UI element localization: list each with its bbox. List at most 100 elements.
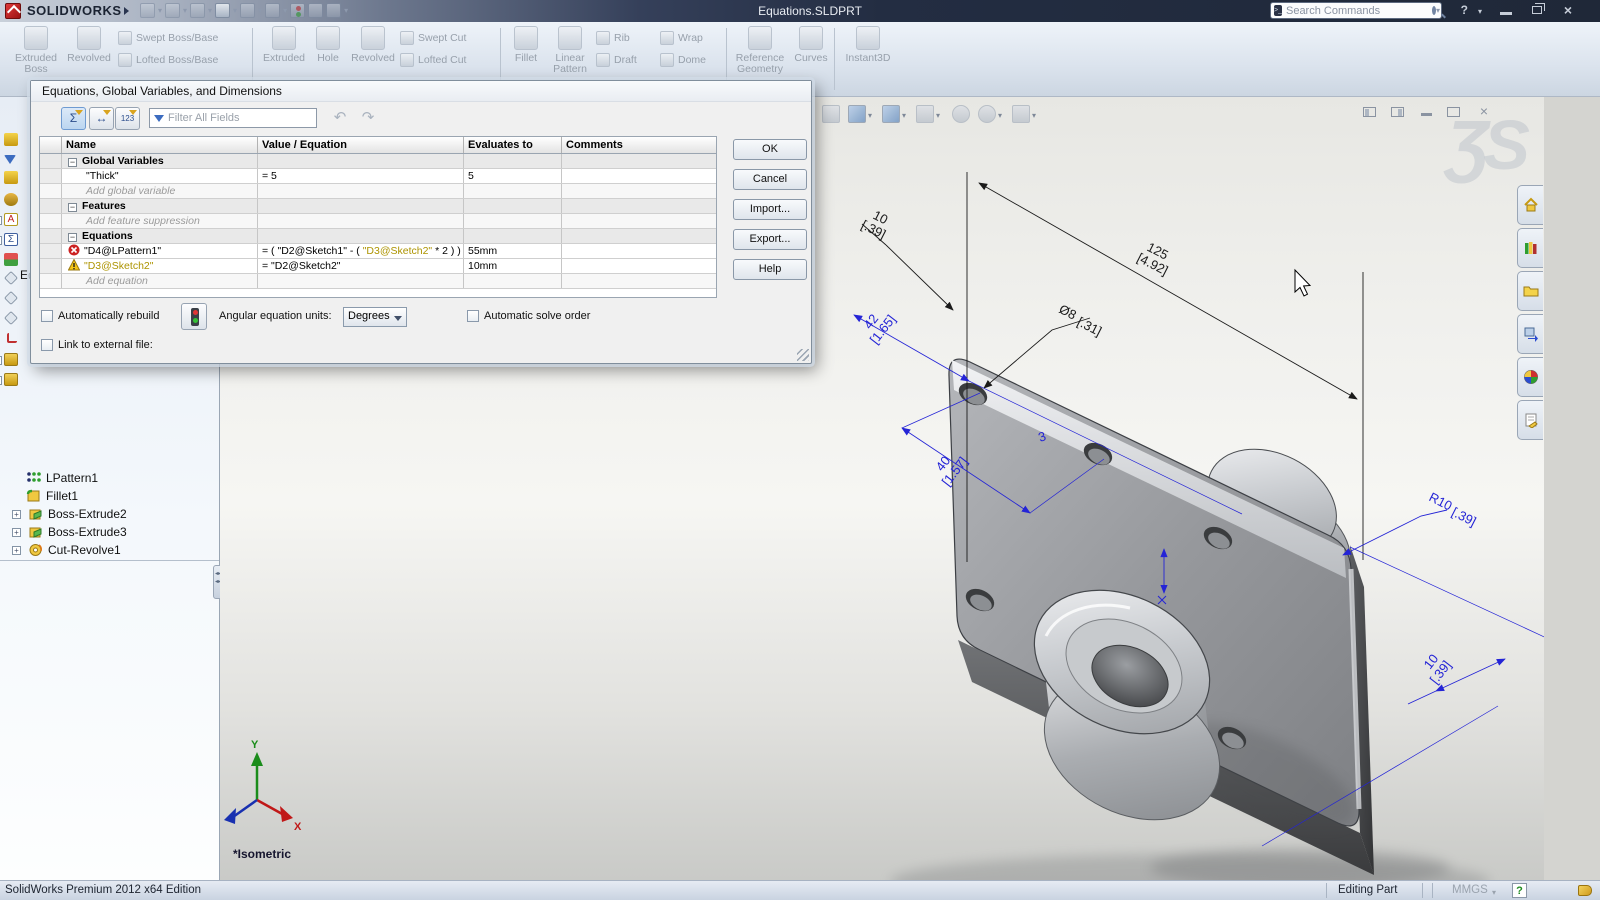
- dialog-resize-grip[interactable]: [797, 349, 809, 361]
- col-name[interactable]: Name: [62, 137, 258, 153]
- new-document-icon[interactable]: [140, 3, 155, 18]
- tree-item-fillet1[interactable]: Fillet1: [0, 487, 220, 505]
- row-add-feature-suppression[interactable]: Add feature suppression: [40, 214, 716, 229]
- hole-wizard-button[interactable]: Hole: [310, 26, 346, 64]
- print-icon[interactable]: [215, 3, 230, 18]
- ordered-view-button[interactable]: 123: [115, 107, 140, 130]
- row-add-global-variable[interactable]: Add global variable: [40, 184, 716, 199]
- annotations-expand-icon[interactable]: +: [0, 216, 2, 225]
- linear-pattern-button[interactable]: LinearPattern: [548, 26, 592, 75]
- tab-custom-properties[interactable]: [1517, 400, 1543, 440]
- dimension-view-button[interactable]: ↔: [89, 107, 114, 130]
- part-tab-icon[interactable]: [4, 133, 18, 146]
- rib-button[interactable]: Rib: [596, 30, 630, 46]
- units-caret-icon[interactable]: ▾: [1492, 888, 1496, 897]
- cut-extrude1-expand-icon[interactable]: +: [0, 376, 2, 385]
- open-caret-icon[interactable]: ▾: [183, 6, 187, 15]
- tree-item-boss-extrude3[interactable]: + Boss-Extrude3: [0, 523, 220, 541]
- dim-125[interactable]: 125 [4.92]: [1135, 237, 1177, 278]
- material-icon[interactable]: [4, 253, 18, 266]
- group-row-equations[interactable]: −Equations: [40, 229, 716, 244]
- help-caret-icon[interactable]: ▾: [1478, 7, 1482, 16]
- col-value[interactable]: Value / Equation: [258, 137, 464, 153]
- equations-expand-icon[interactable]: +: [0, 236, 2, 245]
- filter-funnel-icon[interactable]: [4, 155, 16, 167]
- tree-item-lpattern1[interactable]: LPattern1: [0, 469, 220, 487]
- options-icon[interactable]: [308, 3, 323, 18]
- new-caret-icon[interactable]: ▾: [158, 6, 162, 15]
- lofted-cut-button[interactable]: Lofted Cut: [400, 52, 466, 68]
- origin-icon[interactable]: [7, 333, 17, 343]
- revolved-cut-button[interactable]: Revolved: [348, 26, 398, 64]
- close-button[interactable]: ×: [1564, 2, 1572, 18]
- dim-10-top-left[interactable]: 10 [.39]: [859, 205, 895, 242]
- dim-dia8[interactable]: Ø8 [.31]: [1055, 301, 1105, 339]
- automatic-solve-order-checkbox[interactable]: [467, 310, 479, 322]
- right-plane-icon[interactable]: [4, 311, 18, 325]
- undo-caret-icon[interactable]: ▾: [258, 6, 262, 15]
- units-selector[interactable]: MMGS: [1452, 884, 1488, 896]
- row-d4-lpattern1[interactable]: "D4@LPattern1" = ( "D2@Sketch1" - ( "D3@…: [40, 244, 716, 259]
- cut-extrude1-icon[interactable]: +: [4, 373, 18, 386]
- tab-appearances[interactable]: [1517, 357, 1543, 397]
- reference-geometry-button[interactable]: ReferenceGeometry: [732, 26, 788, 75]
- link-external-file-checkbox[interactable]: [41, 339, 53, 351]
- instant3d-button[interactable]: Instant3D: [840, 26, 896, 64]
- open-icon[interactable]: [165, 3, 180, 18]
- rebuild-traffic-light-icon[interactable]: [290, 3, 305, 18]
- ok-button[interactable]: OK: [733, 139, 807, 160]
- search-caret-icon[interactable]: ▾: [1436, 6, 1440, 15]
- row-add-equation[interactable]: Add equation: [40, 274, 716, 289]
- collapse-icon[interactable]: −: [68, 233, 77, 242]
- tab-home[interactable]: [1517, 185, 1543, 225]
- revolved-boss-button[interactable]: Revolved: [64, 26, 114, 64]
- row-d3-sketch2[interactable]: "D3@Sketch2" = "D2@Sketch2"10mm: [40, 259, 716, 274]
- save-caret-icon[interactable]: ▾: [208, 6, 212, 15]
- cancel-button[interactable]: Cancel: [733, 169, 807, 190]
- search-icon[interactable]: [1432, 6, 1436, 15]
- print-caret-icon[interactable]: ▾: [233, 6, 237, 15]
- history-icon[interactable]: [4, 193, 18, 206]
- equations-folder-icon[interactable]: +Σ: [4, 233, 18, 246]
- filter-field[interactable]: [149, 108, 317, 128]
- select-icon[interactable]: [265, 3, 280, 18]
- rebuild-traffic-light-button[interactable]: [181, 303, 207, 330]
- save-icon[interactable]: [190, 3, 205, 18]
- import-button[interactable]: Import...: [733, 199, 807, 220]
- select-caret-icon[interactable]: ▾: [283, 6, 287, 15]
- menu-expand-arrow-icon[interactable]: [124, 7, 129, 15]
- expand-icon[interactable]: +: [12, 510, 21, 519]
- dim-42[interactable]: 42 [1.65]: [856, 303, 899, 346]
- tree-item-cut-revolve1[interactable]: + Cut-Revolve1: [0, 541, 220, 559]
- draft-button[interactable]: Draft: [596, 52, 637, 68]
- lofted-boss-button[interactable]: Lofted Boss/Base: [118, 52, 218, 68]
- file-properties-icon[interactable]: [326, 3, 341, 18]
- tree-item-boss-extrude2[interactable]: + Boss-Extrude2: [0, 505, 220, 523]
- expand-icon[interactable]: +: [12, 528, 21, 537]
- boss-extrude1-expand-icon[interactable]: +: [0, 356, 2, 365]
- expand-icon[interactable]: +: [12, 546, 21, 555]
- restore-button[interactable]: [1532, 6, 1542, 14]
- row-thick[interactable]: "Thick" = 55: [40, 169, 716, 184]
- collapse-icon[interactable]: −: [68, 203, 77, 212]
- curves-button[interactable]: Curves: [790, 26, 832, 64]
- top-plane-icon[interactable]: [4, 291, 18, 305]
- group-row-features[interactable]: −Features: [40, 199, 716, 214]
- search-commands-box[interactable]: >_ ▾: [1270, 2, 1442, 19]
- dome-button[interactable]: Dome: [660, 52, 706, 68]
- automatically-rebuild-checkbox[interactable]: [41, 310, 53, 322]
- undo-icon[interactable]: ↶: [329, 108, 351, 129]
- extruded-boss-button[interactable]: ExtrudedBoss: [10, 26, 62, 75]
- search-input[interactable]: [1282, 5, 1432, 17]
- help-button[interactable]: Help: [733, 259, 807, 280]
- group-row-global-variables[interactable]: −Global Variables: [40, 154, 716, 169]
- fillet-button[interactable]: Fillet: [506, 26, 546, 64]
- export-button[interactable]: Export...: [733, 229, 807, 250]
- tags-icon[interactable]: [1578, 885, 1592, 896]
- tab-design-library[interactable]: [1517, 228, 1543, 268]
- help-icon[interactable]: ?: [1461, 3, 1468, 17]
- properties-caret-icon[interactable]: ▾: [344, 6, 348, 15]
- status-help-icon[interactable]: ?: [1512, 883, 1527, 898]
- dim-r10[interactable]: R10 [.39]: [1425, 489, 1480, 529]
- equations-table[interactable]: Name Value / Equation Evaluates to Comme…: [39, 136, 717, 298]
